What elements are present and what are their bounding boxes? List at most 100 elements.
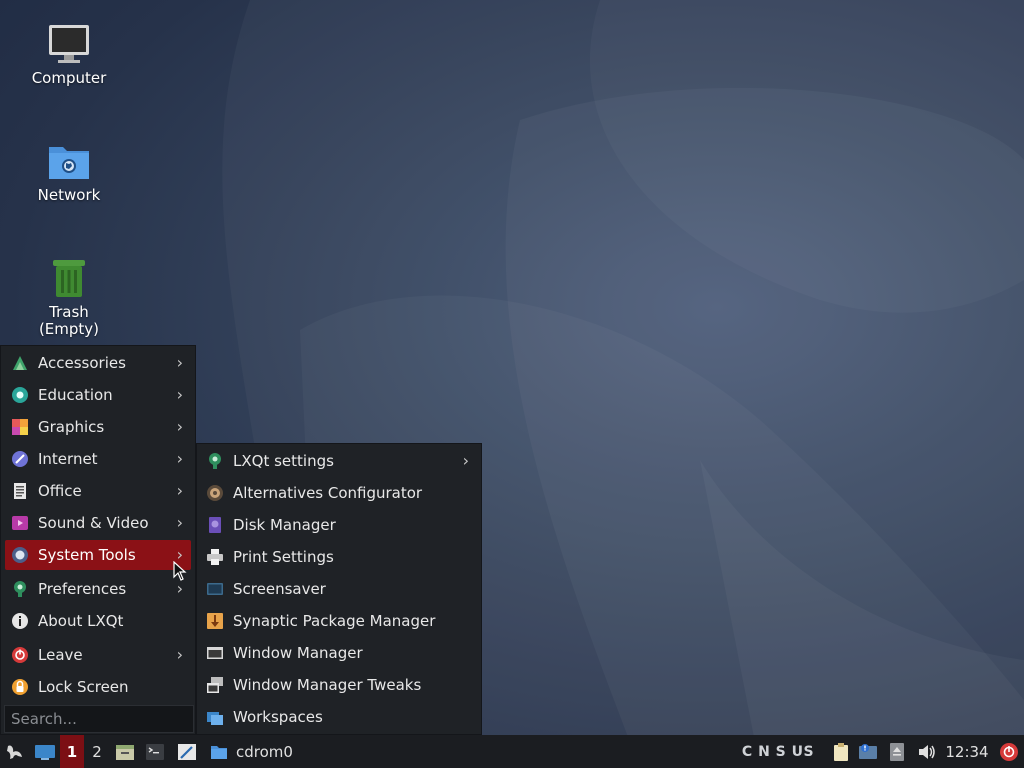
submenu-item-workspaces[interactable]: Workspaces xyxy=(201,702,477,732)
accessories-icon xyxy=(10,353,30,373)
submenu-item-disk-manager[interactable]: Disk Manager xyxy=(201,510,477,540)
chevron-right-icon: › xyxy=(176,449,183,468)
taskbar-window-button[interactable]: cdrom0 xyxy=(210,735,310,768)
submenu-item-synaptic[interactable]: Synaptic Package Manager xyxy=(201,606,477,636)
window-manager-icon xyxy=(205,643,225,663)
menu-item-label: Education xyxy=(38,386,113,404)
menu-item-label: Window Manager xyxy=(233,644,363,662)
leave-icon xyxy=(10,645,30,665)
submenu-item-lxqt-settings[interactable]: LXQt settings › xyxy=(201,446,477,476)
submenu-item-print-settings[interactable]: Print Settings xyxy=(201,542,477,572)
terminal-launcher[interactable] xyxy=(142,735,168,768)
menu-item-label: System Tools xyxy=(38,546,136,564)
wm-tweaks-icon xyxy=(205,675,225,695)
folder-icon xyxy=(211,745,227,759)
taskbar: 1 2 cdrom0 C N S US 12:34 xyxy=(0,735,1024,768)
menu-item-label: Lock Screen xyxy=(38,678,129,696)
preferences-icon xyxy=(10,579,30,599)
clock[interactable]: 12:34 xyxy=(942,735,992,768)
menu-item-leave[interactable]: Leave › xyxy=(5,640,191,670)
eject-icon xyxy=(890,742,904,761)
lxqt-settings-icon xyxy=(205,451,225,471)
monitor-icon xyxy=(47,22,91,66)
menu-item-office[interactable]: Office › xyxy=(5,476,191,506)
menu-item-label: Office xyxy=(38,482,82,500)
desktop-icon-trash[interactable]: Trash (Empty) xyxy=(18,256,120,338)
submenu-item-wm-tweaks[interactable]: Window Manager Tweaks xyxy=(201,670,477,700)
chevron-right-icon: › xyxy=(176,513,183,532)
menu-item-lock-screen[interactable]: Lock Screen xyxy=(5,672,191,702)
menu-item-graphics[interactable]: Graphics › xyxy=(5,412,191,442)
lxqt-logo-icon xyxy=(7,744,22,759)
printer-icon xyxy=(205,547,225,567)
menu-item-label: Internet xyxy=(38,450,98,468)
menu-item-internet[interactable]: Internet › xyxy=(5,444,191,474)
disk-manager-icon xyxy=(205,515,225,535)
chevron-right-icon: › xyxy=(176,645,183,664)
notification-tray-button[interactable] xyxy=(856,735,880,768)
network-folder-icon xyxy=(47,139,91,183)
main-menu: Accessories › Education › Graphics › Int… xyxy=(0,345,196,735)
chevron-right-icon: › xyxy=(176,481,183,500)
menu-item-preferences[interactable]: Preferences › xyxy=(5,574,191,604)
chevron-right-icon: › xyxy=(462,451,469,470)
removable-media-tray-button[interactable] xyxy=(886,735,908,768)
clipboard-icon xyxy=(834,742,848,761)
notification-icon xyxy=(859,743,877,759)
volume-tray-button[interactable] xyxy=(914,735,940,768)
submenu-item-alternatives-configurator[interactable]: Alternatives Configurator xyxy=(201,478,477,508)
keyboard-indicator-label: C N S US xyxy=(741,743,815,760)
submenu-item-screensaver[interactable]: Screensaver xyxy=(201,574,477,604)
desktop-icon-label: Trash (Empty) xyxy=(38,303,100,338)
graphics-icon xyxy=(10,417,30,437)
keyboard-indicator[interactable]: C N S US xyxy=(738,735,818,768)
menu-item-label: Accessories xyxy=(38,354,126,372)
workspace-2-button[interactable]: 2 xyxy=(86,735,108,768)
app-menu-button[interactable] xyxy=(0,735,30,768)
window-title: cdrom0 xyxy=(236,742,293,761)
chevron-right-icon: › xyxy=(176,579,183,598)
power-button[interactable] xyxy=(996,735,1022,768)
menu-search-input[interactable] xyxy=(4,705,194,733)
menu-item-system-tools[interactable]: System Tools › xyxy=(5,540,191,570)
submenu-item-window-manager[interactable]: Window Manager xyxy=(201,638,477,668)
menu-item-education[interactable]: Education › xyxy=(5,380,191,410)
file-manager-icon xyxy=(116,744,134,760)
desktop-icon xyxy=(35,744,55,760)
trash-icon xyxy=(47,256,91,300)
file-manager-launcher[interactable] xyxy=(112,735,138,768)
menu-item-label: Workspaces xyxy=(233,708,323,726)
chevron-right-icon: › xyxy=(176,353,183,372)
menu-item-label: Disk Manager xyxy=(233,516,336,534)
text-editor-launcher[interactable] xyxy=(174,735,200,768)
menu-item-label: Preferences xyxy=(38,580,127,598)
menu-item-label: About LXQt xyxy=(38,612,124,630)
menu-item-accessories[interactable]: Accessories › xyxy=(5,348,191,378)
info-icon xyxy=(10,611,30,631)
desktop-icon-network[interactable]: Network xyxy=(18,139,120,204)
synaptic-icon xyxy=(205,611,225,631)
menu-item-label: Sound & Video xyxy=(38,514,149,532)
power-icon xyxy=(1000,742,1018,761)
menu-item-label: Screensaver xyxy=(233,580,326,598)
menu-item-label: Alternatives Configurator xyxy=(233,484,423,502)
menu-item-sound-video[interactable]: Sound & Video › xyxy=(5,508,191,538)
office-icon xyxy=(10,481,30,501)
desktop-icon-label: Computer xyxy=(31,69,107,87)
menu-item-label: Print Settings xyxy=(233,548,334,566)
workspace-1-label: 1 xyxy=(66,742,78,761)
clipboard-tray-button[interactable] xyxy=(830,735,852,768)
mouse-cursor-icon xyxy=(173,561,187,581)
workspace-2-label: 2 xyxy=(92,742,102,761)
education-icon xyxy=(10,385,30,405)
menu-item-about-lxqt[interactable]: About LXQt xyxy=(5,606,191,636)
menu-item-label: Synaptic Package Manager xyxy=(233,612,436,630)
chevron-right-icon: › xyxy=(176,417,183,436)
workspaces-icon xyxy=(205,707,225,727)
desktop-icon-label: Network xyxy=(37,186,101,204)
workspace-1-button[interactable]: 1 xyxy=(60,735,84,768)
system-tools-submenu: LXQt settings › Alternatives Configurato… xyxy=(196,443,482,735)
show-desktop-button[interactable] xyxy=(32,735,58,768)
alternatives-icon xyxy=(205,483,225,503)
desktop-icon-computer[interactable]: Computer xyxy=(18,22,120,87)
